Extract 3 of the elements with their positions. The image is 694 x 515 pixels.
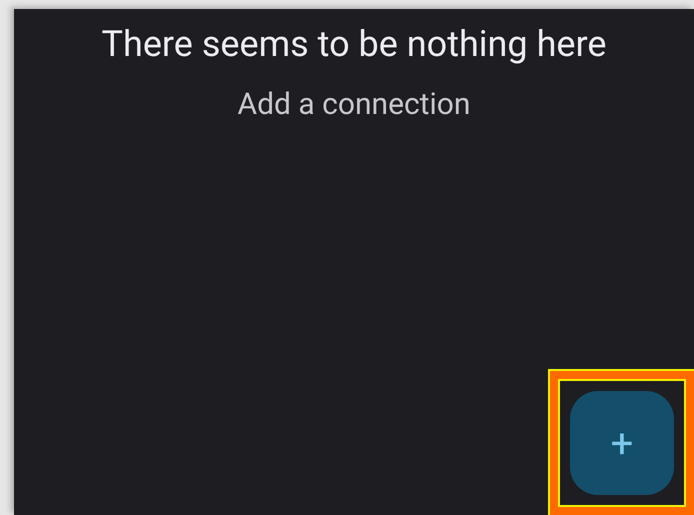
empty-title: There seems to be nothing here xyxy=(102,23,606,65)
add-button[interactable]: + xyxy=(570,391,674,495)
empty-subtitle: Add a connection xyxy=(238,87,470,122)
